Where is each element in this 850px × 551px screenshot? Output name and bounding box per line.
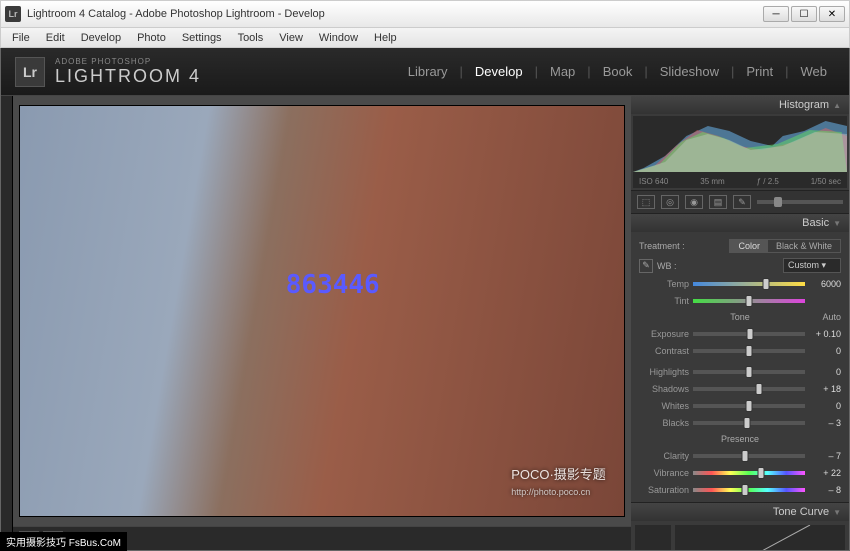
window-title: Lightroom 4 Catalog - Adobe Photoshop Li… [27,8,763,20]
brand-large: LIGHTROOM 4 [55,66,400,87]
exposure-value[interactable]: + 0.10 [809,329,841,339]
module-map[interactable]: Map [542,60,583,83]
treatment-label: Treatment : [639,241,685,251]
tint-label: Tint [639,296,689,306]
redeye-icon[interactable]: ◉ [685,195,703,209]
develop-right-panel: Histogram▲ ISO 640 35 mm ƒ / 2.5 1/50 se… [631,96,849,550]
lightroom-logo: Lr [15,57,45,87]
preview-image: 863446 POCO·摄影专题 http://photo.poco.cn [19,105,625,518]
module-book[interactable]: Book [595,60,641,83]
blacks-value[interactable]: – 3 [809,418,841,428]
menu-view[interactable]: View [272,30,310,46]
maximize-button[interactable]: ☐ [791,6,817,22]
shadows-value[interactable]: + 18 [809,384,841,394]
wb-preset-select[interactable]: Custom ▾ [783,258,841,273]
histo-focal: 35 mm [700,177,724,186]
image-preview-area[interactable]: 863446 POCO·摄影专题 http://photo.poco.cn [13,96,631,526]
histo-aperture: ƒ / 2.5 [757,177,779,186]
crop-icon[interactable]: ⬚ [637,195,655,209]
presence-subheader: Presence [721,434,759,444]
module-library[interactable]: Library [400,60,456,83]
module-web[interactable]: Web [793,60,836,83]
module-picker-bar: Lr ADOBE PHOTOSHOP LIGHTROOM 4 Library| … [1,48,849,96]
menu-photo[interactable]: Photo [130,30,173,46]
app-icon: Lr [5,6,21,22]
source-badge: 实用摄影技巧 FsBus.CoM [0,532,127,551]
contrast-label: Contrast [639,346,689,356]
menu-tools[interactable]: Tools [231,30,271,46]
menu-settings[interactable]: Settings [175,30,229,46]
shadows-slider[interactable] [693,387,805,391]
local-adjustment-toolstrip: ⬚ ◎ ◉ ▤ ✎ [631,191,849,214]
shadows-label: Shadows [639,384,689,394]
tone-curve-header[interactable]: Tone Curve▼ [631,503,849,521]
brush-icon[interactable]: ✎ [733,195,751,209]
menu-edit[interactable]: Edit [39,30,72,46]
whites-slider[interactable] [693,404,805,408]
minimize-button[interactable]: ─ [763,6,789,22]
clarity-slider[interactable] [693,454,805,458]
wb-label: WB : [657,261,677,271]
spot-icon[interactable]: ◎ [661,195,679,209]
saturation-label: Saturation [639,485,689,495]
tone-curve-graph[interactable] [675,525,845,550]
histogram-display[interactable]: ISO 640 35 mm ƒ / 2.5 1/50 sec [633,116,847,188]
clarity-value[interactable]: – 7 [809,451,841,461]
saturation-slider[interactable] [693,488,805,492]
menu-help[interactable]: Help [367,30,404,46]
module-develop[interactable]: Develop [467,60,531,83]
menu-develop[interactable]: Develop [74,30,128,46]
exposure-label: Exposure [639,329,689,339]
grad-icon[interactable]: ▤ [709,195,727,209]
vibrance-value[interactable]: + 22 [809,468,841,478]
window-titlebar: Lr Lightroom 4 Catalog - Adobe Photoshop… [0,0,850,28]
module-slideshow[interactable]: Slideshow [652,60,727,83]
saturation-value[interactable]: – 8 [809,485,841,495]
histo-shutter: 1/50 sec [811,177,841,186]
treatment-color[interactable]: Color [730,240,768,252]
whites-value[interactable]: 0 [809,401,841,411]
menu-bar: File Edit Develop Photo Settings Tools V… [0,28,850,48]
vibrance-slider[interactable] [693,471,805,475]
contrast-value[interactable]: 0 [809,346,841,356]
auto-tone-button[interactable]: Auto [822,312,841,322]
whites-label: Whites [639,401,689,411]
highlights-value[interactable]: 0 [809,367,841,377]
highlights-label: Highlights [639,367,689,377]
watermark: POCO·摄影专题 http://photo.poco.cn [511,464,606,498]
blacks-label: Blacks [639,418,689,428]
overlay-text: 863446 [286,270,380,300]
contrast-slider[interactable] [693,349,805,353]
mask-slider[interactable] [757,200,843,204]
module-print[interactable]: Print [738,60,781,83]
temp-value[interactable]: 6000 [809,279,841,289]
wb-dropper-icon[interactable]: ✎ [639,259,653,273]
histo-iso: ISO 640 [639,177,668,186]
blacks-slider[interactable] [693,421,805,425]
histogram-header[interactable]: Histogram▲ [631,96,849,114]
tone-curve-histogram [635,525,671,550]
brand-small: ADOBE PHOTOSHOP [55,57,400,66]
left-panel-collapsed[interactable] [1,96,13,550]
menu-file[interactable]: File [5,30,37,46]
menu-window[interactable]: Window [312,30,365,46]
close-button[interactable]: ✕ [819,6,845,22]
temp-slider[interactable] [693,282,805,286]
clarity-label: Clarity [639,451,689,461]
highlights-slider[interactable] [693,370,805,374]
tone-subheader: Tone [730,312,750,322]
vibrance-label: Vibrance [639,468,689,478]
temp-label: Temp [639,279,689,289]
exposure-slider[interactable] [693,332,805,336]
treatment-bw[interactable]: Black & White [768,240,840,252]
tint-slider[interactable] [693,299,805,303]
basic-panel-header[interactable]: Basic▼ [631,214,849,232]
